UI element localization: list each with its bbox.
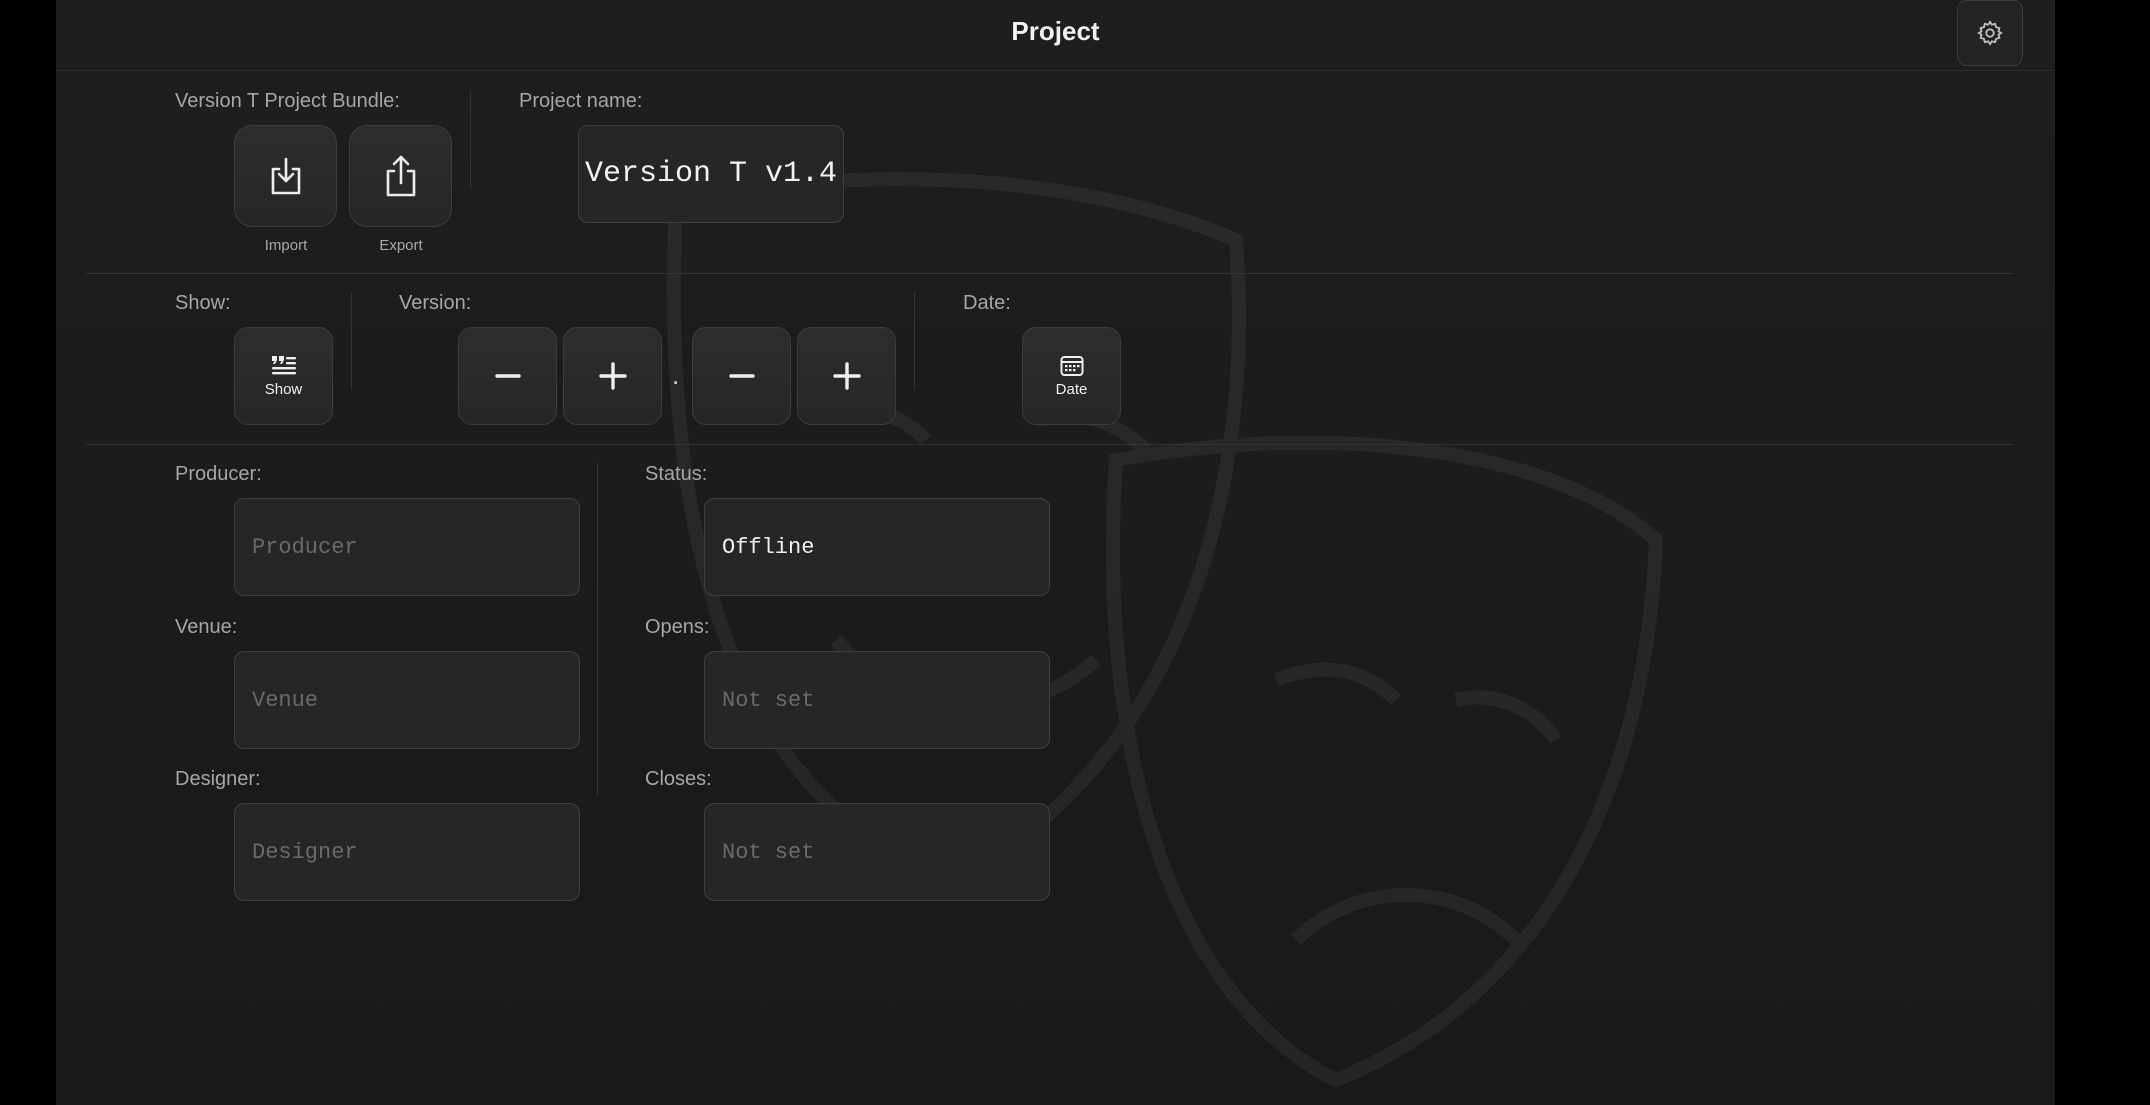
opens-placeholder: Not set — [722, 687, 815, 713]
bundle-label: Version T Project Bundle: — [175, 90, 400, 112]
page-title: Project — [1011, 16, 1100, 46]
opens-field[interactable]: Not set — [704, 651, 1050, 749]
show-label: Show: — [175, 292, 231, 314]
calendar-icon — [1060, 355, 1083, 376]
major-increment-button[interactable] — [563, 327, 662, 425]
closes-field[interactable]: Not set — [704, 803, 1050, 901]
plus-icon — [832, 362, 861, 390]
status-value: Offline — [722, 534, 815, 560]
venue-label: Venue: — [175, 616, 238, 638]
designer-field[interactable]: Designer — [234, 803, 580, 901]
version-separator: . — [672, 360, 680, 390]
divider — [914, 292, 915, 390]
plus-icon — [598, 362, 627, 390]
closes-label: Closes: — [645, 768, 712, 790]
divider — [470, 90, 471, 188]
major-decrement-button[interactable] — [458, 327, 557, 425]
designer-label: Designer: — [175, 768, 261, 790]
designer-placeholder: Designer — [252, 839, 358, 865]
minus-icon — [728, 374, 755, 378]
status-label: Status: — [645, 463, 708, 485]
top-bar: Project — [56, 0, 2055, 71]
venue-field[interactable]: Venue — [234, 651, 580, 749]
date-label: Date: — [963, 292, 1011, 314]
section-divider — [86, 273, 2014, 274]
version-label: Version: — [399, 292, 472, 314]
text-quote-icon — [271, 355, 296, 374]
producer-placeholder: Producer — [252, 534, 358, 560]
download-tray-icon — [271, 157, 300, 195]
gear-icon — [1977, 20, 2003, 46]
minus-icon — [494, 374, 521, 378]
import-button[interactable] — [234, 125, 337, 227]
status-field[interactable]: Offline — [704, 498, 1050, 596]
project-name-field[interactable]: Version T v1.4 — [578, 125, 844, 223]
producer-field[interactable]: Producer — [234, 498, 580, 596]
export-button[interactable] — [349, 125, 452, 227]
share-icon — [386, 155, 415, 197]
producer-label: Producer: — [175, 463, 262, 485]
import-caption: Import — [264, 237, 308, 254]
section-divider — [86, 444, 2014, 445]
venue-placeholder: Venue — [252, 687, 319, 713]
settings-button[interactable] — [1957, 0, 2023, 66]
show-button[interactable]: Show — [234, 327, 333, 425]
minor-increment-button[interactable] — [797, 327, 896, 425]
minor-decrement-button[interactable] — [692, 327, 791, 425]
export-caption: Export — [379, 237, 423, 254]
opens-label: Opens: — [645, 616, 710, 638]
project-name-label: Project name: — [519, 90, 643, 112]
show-button-label: Show — [264, 380, 303, 398]
closes-placeholder: Not set — [722, 839, 815, 865]
divider — [351, 292, 352, 390]
project-screen: Project Version T Project Bundle: Import… — [56, 0, 2055, 1105]
date-button[interactable]: Date — [1022, 327, 1121, 425]
theatre-masks-watermark — [666, 172, 1664, 1088]
date-button-label: Date — [1055, 380, 1088, 398]
column-divider — [597, 463, 598, 796]
